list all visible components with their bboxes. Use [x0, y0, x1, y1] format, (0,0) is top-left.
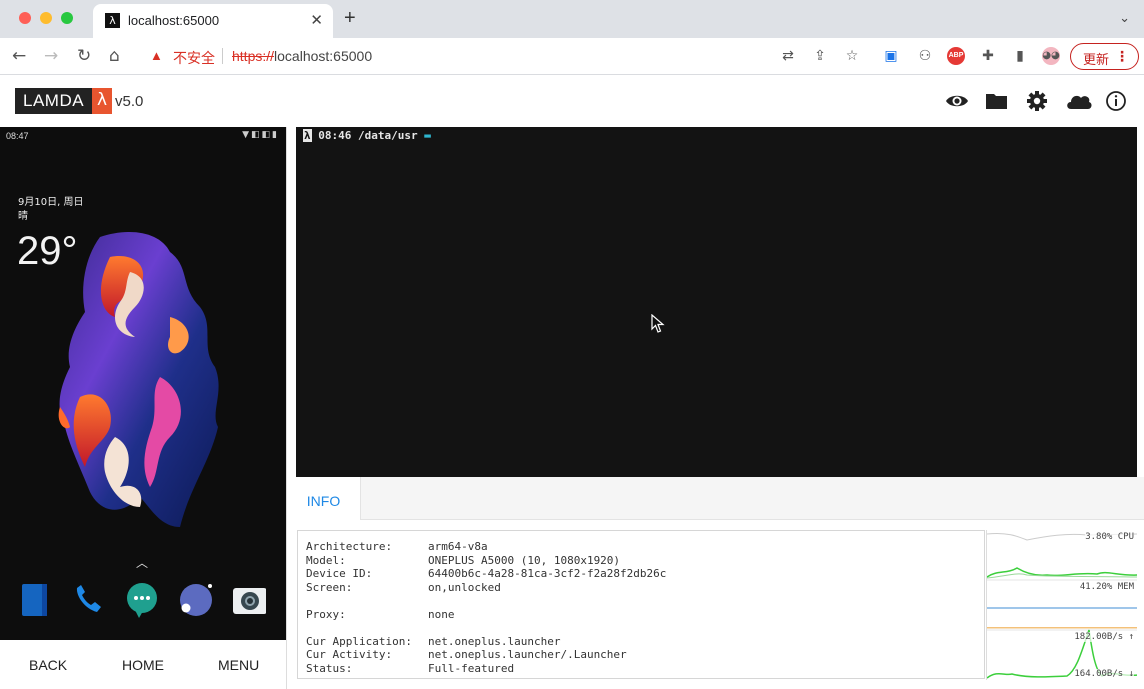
browser-toolbar: ← → ↻ ⌂ ▲ 不安全 https://localhost:65000 ⇄ …: [0, 38, 1144, 75]
info-row-cur-activity: Cur Activity: net.oneplus.launcher/.Launc…: [306, 648, 627, 661]
url-host: localhost:65000: [274, 48, 373, 64]
terminal[interactable]: λ 08:46 /data/usr ▬: [296, 127, 1137, 477]
forward-arrow-icon[interactable]: →: [44, 46, 58, 66]
translate-icon[interactable]: ⇄: [779, 47, 797, 65]
back-arrow-icon[interactable]: ←: [12, 46, 26, 66]
tab-search-chevron-icon[interactable]: ⌄: [1119, 10, 1130, 26]
phone-app-icon[interactable]: [71, 582, 105, 618]
update-label: 更新: [1083, 52, 1110, 67]
more-menu-icon[interactable]: ⋮: [1115, 48, 1129, 65]
browser-tab-bar: λ localhost:65000 ✕ + ⌄: [0, 0, 1144, 38]
warning-icon[interactable]: ▲: [150, 48, 163, 63]
net-up-label: 182.00B/s ↑: [1074, 632, 1134, 642]
logo-lambda: λ: [92, 88, 113, 114]
info-icon[interactable]: [1105, 90, 1129, 112]
info-row-model: Model: ONEPLUS A5000 (10, 1080x1920): [306, 553, 621, 567]
side-panel-icon[interactable]: ▮: [1011, 47, 1029, 65]
tab-close-icon[interactable]: ✕: [310, 11, 323, 29]
browser-app-icon[interactable]: [178, 582, 212, 618]
mem-bar: [987, 607, 1137, 609]
messages-app-icon[interactable]: [125, 582, 159, 618]
extension-document-icon[interactable]: ▣: [882, 47, 900, 65]
app-drawer-chevron-icon[interactable]: ︿: [136, 554, 148, 571]
status-bar-icons: ▼◧◧▮: [242, 130, 279, 140]
menu-button[interactable]: MENU: [218, 657, 259, 673]
version-label: v5.0: [115, 93, 144, 110]
bookmark-star-icon[interactable]: ☆: [843, 47, 861, 65]
info-row-cur-application: Cur Application: net.oneplus.launcher: [306, 634, 561, 648]
profile-avatar-icon[interactable]: ◕◕: [1042, 47, 1060, 65]
terminal-prompt: λ 08:46 /data/usr ▬: [303, 129, 431, 142]
url-separator: [222, 48, 223, 64]
info-row-architecture: Architecture: arm64-v8a: [306, 540, 488, 553]
info-row-status: Status: Full-featured: [306, 661, 515, 675]
terminal-prompt-path: /data/usr: [358, 129, 418, 142]
cpu-label: 3.80% CPU: [1085, 532, 1134, 542]
browser-tab[interactable]: λ localhost:65000 ✕: [93, 4, 333, 38]
adblock-icon[interactable]: ABP: [947, 47, 965, 65]
info-row-screen: Screen: on,unlocked: [306, 580, 501, 594]
clock-widget-date: 9月10日, 周日: [18, 197, 84, 208]
terminal-cursor: ▬: [424, 129, 431, 142]
cpu-usage-line: [987, 567, 1137, 578]
home-icon[interactable]: ⌂: [109, 46, 120, 66]
minimize-window-button[interactable]: [40, 12, 52, 24]
panel-divider[interactable]: [286, 127, 287, 689]
status-bar-time: 08:47: [6, 131, 29, 141]
clock-widget-weather: 晴: [18, 211, 28, 222]
mem-bar-secondary: [987, 627, 1137, 629]
notes-app-icon[interactable]: [19, 582, 53, 618]
extension-incognito-icon[interactable]: ⚇: [916, 47, 934, 65]
mouse-pointer-icon: [651, 314, 665, 333]
eye-icon[interactable]: [945, 90, 969, 112]
share-icon[interactable]: ⇪: [811, 47, 829, 65]
close-window-button[interactable]: [19, 12, 31, 24]
insecure-label[interactable]: 不安全: [173, 48, 215, 68]
device-screen[interactable]: 08:47 ▼◧◧▮ 9月10日, 周日 晴 29° ︿: [0, 127, 286, 640]
cloud-icon[interactable]: [1065, 90, 1093, 112]
extensions-puzzle-icon[interactable]: ✚: [979, 47, 997, 65]
lamda-logo: LAMDA λ: [15, 88, 113, 114]
resource-monitor: 3.80% CPU 41.20% MEM 182.00B/s ↑ 164.00B…: [986, 530, 1137, 680]
update-button[interactable]: 更新 ⋮: [1070, 43, 1139, 70]
terminal-lambda-icon: λ: [303, 129, 312, 142]
info-row-device-id: Device ID: 64400b6c-4a28-81ca-3cf2-f2a28f…: [306, 567, 667, 580]
terminal-prompt-time: 08:46: [318, 129, 352, 142]
device-info-panel: Architecture: arm64-v8a Model: ONEPLUS A50…: [297, 530, 985, 679]
net-down-label: 164.00B/s ↓: [1074, 669, 1134, 679]
favicon-icon: λ: [105, 13, 120, 28]
address-bar[interactable]: https://localhost:65000: [232, 48, 372, 64]
maximize-window-button[interactable]: [61, 12, 73, 24]
home-button[interactable]: HOME: [122, 657, 164, 673]
wallpaper-art: [58, 232, 219, 527]
new-tab-button[interactable]: +: [344, 7, 356, 30]
camera-app-icon[interactable]: [232, 582, 267, 618]
mem-label: 41.20% MEM: [1079, 582, 1134, 592]
folder-icon[interactable]: [985, 90, 1009, 112]
tab-info[interactable]: INFO: [287, 477, 361, 520]
resource-graphs: [987, 533, 1137, 679]
url-scheme: https://: [232, 48, 275, 64]
device-nav-bar: BACK HOME MENU: [0, 640, 286, 689]
back-button[interactable]: BACK: [29, 657, 67, 673]
logo-text: LAMDA: [15, 88, 93, 114]
bottom-tab-bar: INFO: [287, 477, 1144, 520]
app-header: LAMDA λ v5.0: [0, 76, 1144, 127]
info-row-proxy: Proxy: none: [306, 607, 455, 621]
gear-icon[interactable]: [1025, 90, 1049, 112]
reload-icon[interactable]: ↻: [77, 46, 91, 66]
tab-title: localhost:65000: [128, 13, 220, 28]
